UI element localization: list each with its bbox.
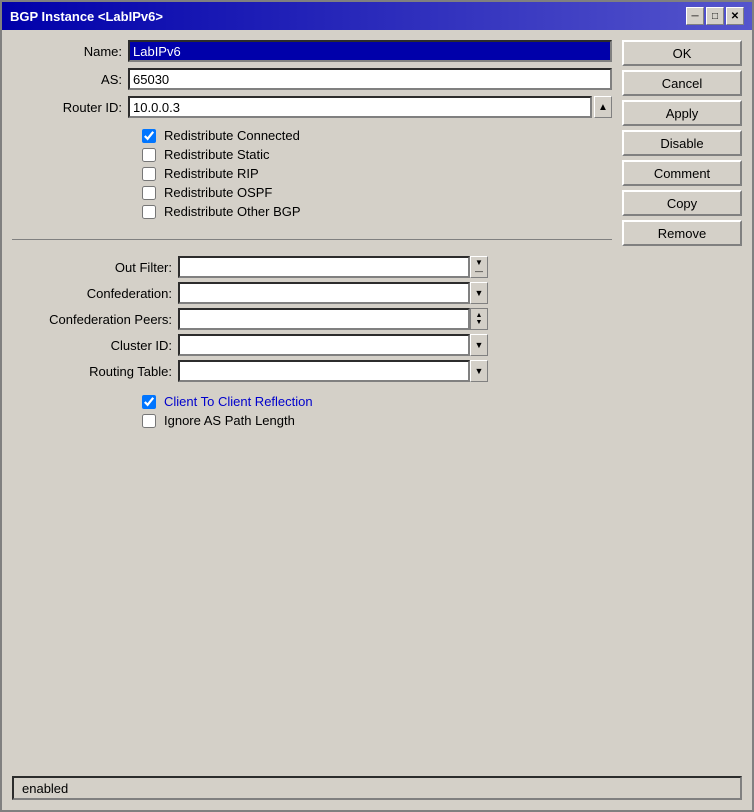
cluster-id-row: Cluster ID: ▼	[12, 334, 612, 356]
out-filter-label: Out Filter:	[12, 260, 172, 275]
confederation-input[interactable]	[178, 282, 470, 304]
dropdowns-area: Out Filter: ▼— Confederation: ▼	[12, 256, 612, 386]
redistribute-connected-label: Redistribute Connected	[164, 128, 300, 143]
redistribute-static-label: Redistribute Static	[164, 147, 270, 162]
routing-table-wrapper: ▼	[178, 360, 488, 382]
apply-button[interactable]: Apply	[622, 100, 742, 126]
name-input[interactable]	[128, 40, 612, 62]
ignore-as-path-row: Ignore AS Path Length	[142, 413, 612, 428]
minimize-button[interactable]: ─	[686, 7, 704, 25]
routing-table-dropdown-btn[interactable]: ▼	[470, 360, 488, 382]
confederation-dropdown-btn[interactable]: ▼	[470, 282, 488, 304]
form-area: Name: AS: Router ID: ▲	[12, 40, 612, 768]
client-to-client-reflection-label: Client To Client Reflection	[164, 394, 313, 409]
redistribute-rip-label: Redistribute RIP	[164, 166, 259, 181]
routing-table-row: Routing Table: ▼	[12, 360, 612, 382]
remove-button[interactable]: Remove	[622, 220, 742, 246]
status-text: enabled	[22, 781, 68, 796]
button-panel: OK Cancel Apply Disable Comment Copy Rem…	[622, 40, 742, 768]
cluster-id-wrapper: ▼	[178, 334, 488, 356]
redistribute-static-checkbox[interactable]	[142, 148, 156, 162]
checkbox-row-2: Redistribute Static	[142, 147, 612, 162]
redistribute-ospf-label: Redistribute OSPF	[164, 185, 272, 200]
confederation-label: Confederation:	[12, 286, 172, 301]
cluster-id-input[interactable]	[178, 334, 470, 356]
confederation-row: Confederation: ▼	[12, 282, 612, 304]
main-area: Name: AS: Router ID: ▲	[12, 40, 742, 768]
router-id-input[interactable]	[128, 96, 592, 118]
main-window: BGP Instance <LabIPv6> ─ □ ✕ Name: AS:	[0, 0, 754, 812]
confederation-peers-row: Confederation Peers: ▲ ▼	[12, 308, 612, 330]
out-filter-row: Out Filter: ▼—	[12, 256, 612, 278]
routing-table-input[interactable]	[178, 360, 470, 382]
cancel-button[interactable]: Cancel	[622, 70, 742, 96]
copy-button[interactable]: Copy	[622, 190, 742, 216]
routing-table-label: Routing Table:	[12, 364, 172, 379]
as-row: AS:	[12, 68, 612, 90]
as-label: AS:	[12, 72, 122, 87]
close-button[interactable]: ✕	[726, 7, 744, 25]
ignore-as-path-length-checkbox[interactable]	[142, 414, 156, 428]
bottom-checkbox-area: Client To Client Reflection Ignore AS Pa…	[12, 394, 612, 432]
maximize-button[interactable]: □	[706, 7, 724, 25]
ignore-as-path-length-label: Ignore AS Path Length	[164, 413, 295, 428]
confederation-peers-label: Confederation Peers:	[12, 312, 172, 327]
redistribute-connected-checkbox[interactable]	[142, 129, 156, 143]
client-to-client-reflection-checkbox[interactable]	[142, 395, 156, 409]
confederation-peers-wrapper: ▲ ▼	[178, 308, 488, 330]
out-filter-wrapper: ▼—	[178, 256, 488, 278]
window-title: BGP Instance <LabIPv6>	[10, 9, 163, 24]
redistribute-other-bgp-label: Redistribute Other BGP	[164, 204, 301, 219]
redistribute-rip-checkbox[interactable]	[142, 167, 156, 181]
title-bar-buttons: ─ □ ✕	[686, 7, 744, 25]
comment-button[interactable]: Comment	[622, 160, 742, 186]
ok-button[interactable]: OK	[622, 40, 742, 66]
disable-button[interactable]: Disable	[622, 130, 742, 156]
redistribute-ospf-checkbox[interactable]	[142, 186, 156, 200]
title-bar: BGP Instance <LabIPv6> ─ □ ✕	[2, 2, 752, 30]
confederation-peers-spin-btn[interactable]: ▲ ▼	[470, 308, 488, 330]
router-id-label: Router ID:	[12, 100, 122, 115]
checkbox-row-4: Redistribute OSPF	[142, 185, 612, 200]
checkbox-row-3: Redistribute RIP	[142, 166, 612, 181]
checkbox-area: Redistribute Connected Redistribute Stat…	[12, 128, 612, 223]
confederation-peers-input[interactable]	[178, 308, 470, 330]
out-filter-dropdown-btn[interactable]: ▼—	[470, 256, 488, 278]
client-reflection-row: Client To Client Reflection	[142, 394, 612, 409]
checkbox-row-1: Redistribute Connected	[142, 128, 612, 143]
router-id-row: Router ID: ▲	[12, 96, 612, 118]
router-id-wrapper: ▲	[128, 96, 612, 118]
separator-1	[12, 239, 612, 240]
window-content: Name: AS: Router ID: ▲	[2, 30, 752, 810]
confederation-wrapper: ▼	[178, 282, 488, 304]
cluster-id-dropdown-btn[interactable]: ▼	[470, 334, 488, 356]
name-label: Name:	[12, 44, 122, 59]
status-bar: enabled	[12, 776, 742, 800]
router-id-spin-up[interactable]: ▲	[594, 96, 612, 118]
cluster-id-label: Cluster ID:	[12, 338, 172, 353]
out-filter-input[interactable]	[178, 256, 470, 278]
checkbox-row-5: Redistribute Other BGP	[142, 204, 612, 219]
name-row: Name:	[12, 40, 612, 62]
as-input[interactable]	[128, 68, 612, 90]
redistribute-other-bgp-checkbox[interactable]	[142, 205, 156, 219]
